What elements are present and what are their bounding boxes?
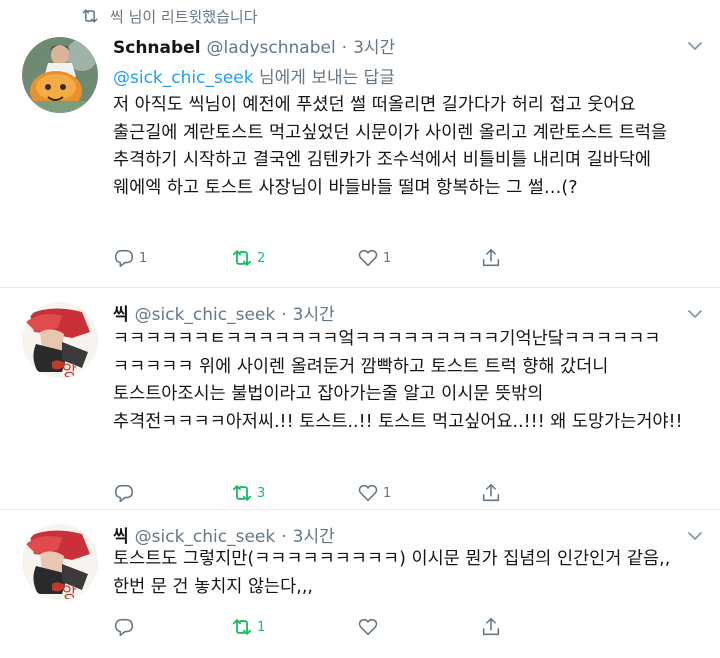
retweet-count: 2 — [257, 250, 266, 266]
avatar[interactable]: 앙 — [22, 524, 98, 600]
reply-button[interactable]: 1 — [113, 246, 147, 270]
reply-button[interactable] — [113, 481, 139, 505]
reply-icon — [114, 484, 134, 503]
tweet-actions: 1 2 1 — [113, 246, 513, 270]
display-name[interactable]: 씩 — [113, 522, 129, 547]
retweet-icon — [232, 250, 252, 266]
tweet-actions: 1 — [113, 615, 513, 639]
tweet-header: Schnabel @ladyschnabel · 3시간 — [113, 33, 395, 59]
reply-button[interactable] — [113, 615, 139, 639]
share-button[interactable] — [480, 481, 502, 505]
share-icon — [482, 617, 500, 636]
display-name[interactable]: Schnabel — [113, 38, 201, 58]
separator-dot: · — [281, 527, 287, 547]
tweet-actions: 3 1 — [113, 481, 513, 505]
mention-link[interactable]: @sick_chic_seek — [113, 68, 254, 88]
share-icon — [482, 248, 500, 267]
share-icon — [482, 483, 500, 502]
like-button[interactable]: 1 — [357, 246, 391, 270]
like-button[interactable]: 1 — [357, 481, 391, 505]
reply-context: @sick_chic_seek 님에게 보내는 답글 — [113, 63, 395, 88]
retweet-button[interactable]: 2 — [231, 246, 265, 270]
retweet-count: 1 — [257, 619, 266, 635]
share-button[interactable] — [480, 615, 502, 639]
share-button[interactable] — [480, 246, 502, 270]
user-handle[interactable]: @sick_chic_seek — [135, 527, 276, 547]
tweet-text: 토스트도 그렇지만(ㅋㅋㅋㅋㅋㅋㅋㅋㅋ) 이시문 뭔가 집념의 인간인거 같음,… — [113, 549, 671, 597]
timeline: 씩 님이 리트윗했습니다 Schnabel @ladyschnabel · 3시… — [0, 0, 720, 658]
heart-icon — [358, 484, 378, 502]
user-handle[interactable]: @sick_chic_seek — [135, 305, 276, 325]
retweet-icon — [232, 619, 252, 635]
tweet[interactable]: 앙 씩 @sick_chic_seek · 3시간 토스트도 그렇지만(ㅋㅋㅋㅋ… — [0, 510, 720, 658]
chevron-down-icon[interactable] — [688, 310, 702, 319]
reply-context-suffix: 님에게 보내는 답글 — [253, 68, 395, 88]
heart-icon — [358, 249, 378, 267]
retweet-icon — [82, 9, 98, 23]
reply-icon — [114, 618, 134, 637]
avatar[interactable]: 앙 — [22, 302, 98, 378]
tweet-text: ㅋㅋㅋㅋㅋㅋㅌㅋㅋㅋㅋㅋㅋㅋ엌ㅋㅋㅋㅋㅋㅋㅋㅋㅋ기억난닼ㅋㅋㅋㅋㅋㅋ ㅋㅋㅋㅋㅋ… — [113, 329, 683, 432]
retweet-count: 3 — [257, 485, 266, 501]
tweet-header: 씩 @sick_chic_seek · 3시간 — [113, 522, 335, 548]
chevron-down-icon[interactable] — [688, 42, 702, 51]
tweet-header: 씩 @sick_chic_seek · 3시간 — [113, 300, 335, 326]
reply-icon — [114, 249, 134, 268]
svg-text:앙: 앙 — [62, 361, 77, 378]
tweet-text: 저 아직도 씩님이 예전에 푸셨던 썰 떠올리면 길가다가 허리 접고 웃어요 … — [113, 95, 668, 198]
separator-dot: · — [281, 305, 287, 325]
timestamp[interactable]: 3시간 — [353, 33, 395, 58]
like-count: 1 — [383, 250, 392, 266]
timestamp[interactable]: 3시간 — [293, 522, 335, 547]
heart-icon — [358, 618, 378, 636]
like-button[interactable] — [357, 615, 383, 639]
display-name[interactable]: 씩 — [113, 300, 129, 325]
tweet[interactable]: Schnabel @ladyschnabel · 3시간 @sick_chic_… — [0, 27, 720, 288]
avatar[interactable] — [22, 37, 98, 113]
retweet-button[interactable]: 1 — [231, 615, 265, 639]
reply-count: 1 — [139, 250, 148, 266]
retweet-button[interactable]: 3 — [231, 481, 265, 505]
separator-dot: · — [341, 38, 348, 58]
like-count: 1 — [383, 485, 392, 501]
retweet-context[interactable]: 씩 님이 리트윗했습니다 — [80, 5, 258, 27]
tweet[interactable]: 앙 씩 @sick_chic_seek · 3시간 ㅋㅋㅋㅋㅋㅋㅌㅋㅋㅋㅋㅋㅋㅋ… — [0, 288, 720, 510]
chevron-down-icon[interactable] — [688, 532, 702, 541]
timestamp[interactable]: 3시간 — [293, 300, 335, 325]
svg-text:앙: 앙 — [62, 583, 77, 600]
user-handle[interactable]: @ladyschnabel — [207, 38, 336, 58]
retweet-context-label: 씩 님이 리트윗했습니다 — [110, 7, 258, 26]
retweet-icon — [232, 485, 252, 501]
